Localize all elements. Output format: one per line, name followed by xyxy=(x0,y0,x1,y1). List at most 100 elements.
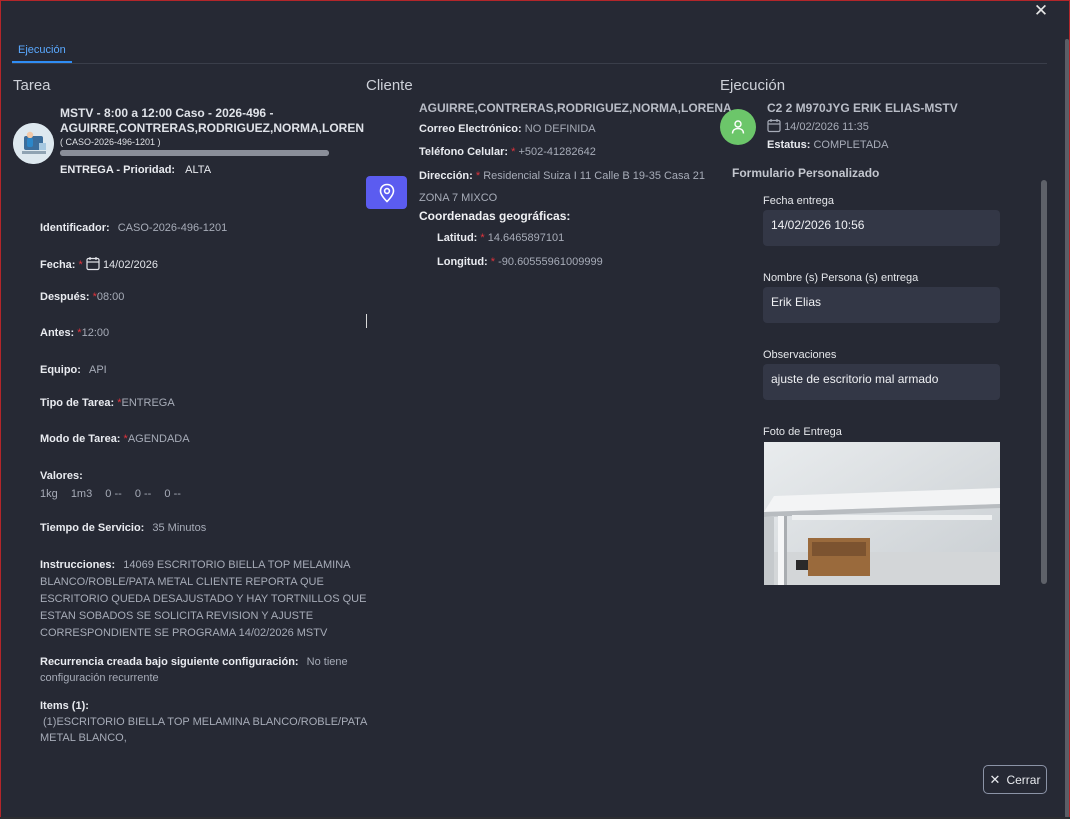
tab-bar: Ejecución xyxy=(12,39,1047,64)
task-priority-value: ALTA xyxy=(185,164,212,176)
fecha-row: Fecha: * 14/02/2026 xyxy=(40,256,158,271)
coordenadas-title: Coordenadas geográficas: xyxy=(419,209,571,223)
items-label: Items (1): xyxy=(40,700,89,712)
execution-date: 14/02/2026 11:35 xyxy=(784,121,869,133)
outer-scrollbar[interactable] xyxy=(1065,39,1069,818)
recurrencia-text: configuración recurrente xyxy=(40,672,159,684)
nombre-entrega-label: Nombre (s) Persona (s) entrega xyxy=(763,272,919,284)
close-icon: ✕ xyxy=(989,772,1001,787)
valores-label: Valores: xyxy=(40,470,83,482)
required-mark: * xyxy=(78,259,83,271)
task-title-line2: AGUIRRE,CONTRERAS,RODRIGUEZ,NORMA,LOREN xyxy=(60,121,365,135)
despues-value: 08:00 xyxy=(96,291,125,303)
resource-name: C2 2 M970JYG ERIK ELIAS-MSTV xyxy=(767,101,958,115)
estatus-label: Estatus: xyxy=(767,139,811,151)
instrucciones-block: Instrucciones: 14069 ESCRITORIO BIELLA T… xyxy=(40,557,366,642)
desk-photo-image xyxy=(764,442,1000,585)
latitud-label: Latitud: xyxy=(437,232,478,244)
valores-list: 1kg 1m3 0 -- 0 -- 0 -- xyxy=(40,488,181,500)
telefono-label: Teléfono Celular: xyxy=(419,146,509,158)
valor-item: 1m3 xyxy=(70,488,93,500)
resource-avatar xyxy=(720,109,756,145)
estatus-value: COMPLETADA xyxy=(813,139,889,151)
task-priority-row: ENTREGA - Prioridad: ALTA xyxy=(60,164,211,176)
valor-item: 0 -- xyxy=(134,488,152,500)
equipo-row: Equipo: API xyxy=(40,364,107,376)
tipo-label: Tipo de Tarea: xyxy=(40,397,115,409)
calendar-icon xyxy=(767,119,781,133)
task-title-line1: MSTV - 8:00 a 12:00 Caso - 2026-496 - xyxy=(60,106,274,120)
direccion-label: Dirección: xyxy=(419,170,473,182)
scrollbar-thumb[interactable] xyxy=(1041,180,1047,584)
recurrencia-text: No tiene xyxy=(306,656,348,668)
instrucciones-text: 14069 ESCRITORIO BIELLA TOP MELAMINA xyxy=(123,559,351,571)
telefono-value: +502-41282642 xyxy=(518,146,596,158)
tipo-value: ENTREGA xyxy=(121,397,175,409)
correo-label: Correo Electrónico: xyxy=(419,123,522,135)
latitud-row: Latitud: * 14.6465897101 xyxy=(437,232,564,244)
direccion-value-line2: ZONA 7 MIXCO xyxy=(419,192,498,204)
antes-value: 12:00 xyxy=(81,327,110,339)
instrucciones-text: ESCRITORIO QUEDA DESAJUSTADO Y HAY TORTN… xyxy=(40,593,367,605)
direccion-value: Residencial Suiza I 11 Calle B 19-35 Cas… xyxy=(483,170,705,182)
items-text: (1)ESCRITORIO BIELLA TOP MELAMINA BLANCO… xyxy=(43,716,368,728)
identificador-row: Identificador: CASO-2026-496-1201 xyxy=(40,222,227,234)
delivery-photo[interactable] xyxy=(764,442,1000,585)
correo-value: NO DEFINIDA xyxy=(524,123,596,135)
required-mark: * xyxy=(511,146,516,158)
observaciones-field[interactable]: ajuste de escritorio mal armado xyxy=(763,364,1000,400)
valor-item: 1kg xyxy=(40,488,58,500)
task-progress-fill xyxy=(60,150,329,156)
latitud-value: 14.6465897101 xyxy=(487,232,565,244)
equipo-value: API xyxy=(89,364,107,376)
location-button[interactable] xyxy=(366,176,407,209)
section-title-cliente: Cliente xyxy=(366,77,413,94)
required-mark: * xyxy=(480,232,485,244)
nombre-entrega-field[interactable]: Erik Elias xyxy=(763,287,1000,323)
identificador-label: Identificador: xyxy=(40,222,110,234)
despues-label: Después: xyxy=(40,291,90,303)
calendar-icon xyxy=(86,257,100,271)
correo-row: Correo Electrónico: NO DEFINIDA xyxy=(419,123,596,135)
delivery-person-icon xyxy=(13,123,54,164)
despues-row: Después: *08:00 xyxy=(40,291,124,303)
cerrar-button[interactable]: ✕ Cerrar xyxy=(983,765,1047,794)
valor-item: 0 -- xyxy=(164,488,181,500)
valor-item: 0 -- xyxy=(105,488,122,500)
foto-entrega-label: Foto de Entrega xyxy=(763,426,842,438)
recurrencia-label: Recurrencia creada bajo siguiente config… xyxy=(40,656,299,668)
task-avatar xyxy=(13,123,54,164)
tiempo-row: Tiempo de Servicio: 35 Minutos xyxy=(40,522,206,534)
telefono-row: Teléfono Celular: * +502-41282642 xyxy=(419,146,596,158)
section-title-ejecucion: Ejecución xyxy=(720,77,786,94)
modo-row: Modo de Tarea: *AGENDADA xyxy=(40,433,190,445)
antes-label: Antes: xyxy=(40,327,75,339)
fecha-entrega-field[interactable]: 14/02/2026 10:56 xyxy=(763,210,1000,246)
longitud-row: Longitud: * -90.60555961009999 xyxy=(437,256,603,268)
longitud-label: Longitud: xyxy=(437,256,488,268)
task-case-id: ( CASO-2026-496-1201 ) xyxy=(60,137,161,147)
modo-value: AGENDADA xyxy=(127,433,190,445)
estatus-row: Estatus: COMPLETADA xyxy=(767,139,888,151)
identificador-value: CASO-2026-496-1201 xyxy=(117,222,228,234)
execution-date-row: 14/02/2026 11:35 xyxy=(767,118,869,133)
fecha-entrega-label: Fecha entrega xyxy=(763,195,834,207)
fecha-value: 14/02/2026 xyxy=(102,259,158,271)
equipo-label: Equipo: xyxy=(40,364,81,376)
instrucciones-text: BLANCO/ROBLE/PATA METAL CLIENTE REPORTA … xyxy=(40,576,324,588)
instrucciones-text: ESTAN SOBADOS SE SOLICITA REVISION Y AJU… xyxy=(40,610,314,622)
valores-label-row: Valores: xyxy=(40,470,83,482)
longitud-value: -90.60555961009999 xyxy=(498,256,603,268)
tab-ejecucion[interactable]: Ejecución xyxy=(12,39,72,63)
fecha-label: Fecha: xyxy=(40,259,76,271)
tipo-row: Tipo de Tarea: *ENTREGA xyxy=(40,397,175,409)
cerrar-button-label: Cerrar xyxy=(1006,772,1041,787)
task-detail-modal: ✕ Ejecución Tarea Cliente Ejecución MSTV… xyxy=(0,0,1070,819)
recurrencia-block: Recurrencia creada bajo siguiente config… xyxy=(40,654,348,686)
tiempo-value: 35 Minutos xyxy=(152,522,207,534)
map-pin-icon xyxy=(379,183,394,203)
antes-row: Antes: *12:00 xyxy=(40,327,109,339)
instrucciones-text: CORRESPONDIENTE SE PROGRAMA 14/02/2026 M… xyxy=(40,627,328,639)
items-block: Items (1): (1)ESCRITORIO BIELLA TOP MELA… xyxy=(40,698,367,746)
close-icon[interactable]: ✕ xyxy=(1032,1,1050,21)
